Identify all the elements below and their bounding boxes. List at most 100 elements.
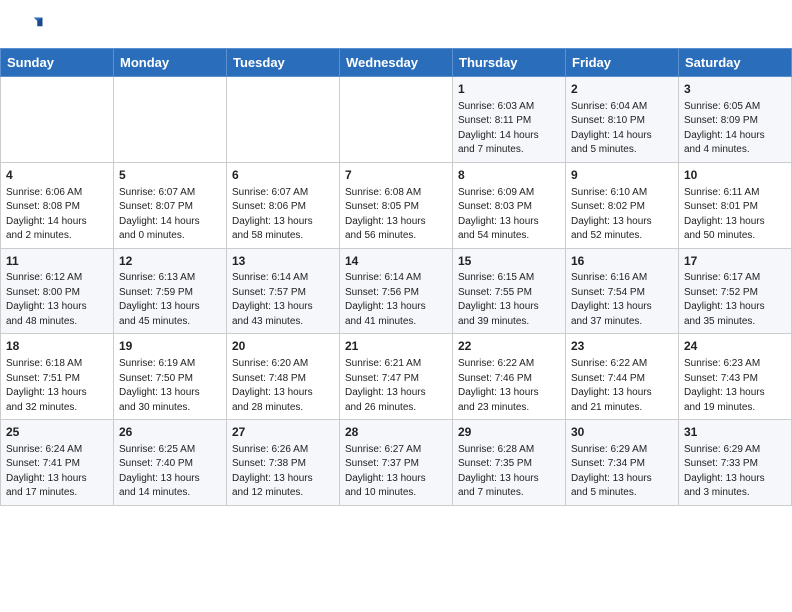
calendar-header: SundayMondayTuesdayWednesdayThursdayFrid… (1, 49, 792, 77)
cell-content: Sunrise: 6:11 AM Sunset: 8:01 PM Dayligh… (684, 186, 786, 244)
cell-content: Sunrise: 6:12 AM Sunset: 8:00 PM Dayligh… (6, 271, 108, 329)
day-header-thursday: Thursday (453, 49, 566, 77)
day-number: 19 (119, 338, 221, 355)
day-number: 16 (571, 253, 673, 270)
day-number: 4 (6, 167, 108, 184)
calendar-body: 1 Sunrise: 6:03 AM Sunset: 8:11 PM Daylig… (1, 77, 792, 506)
day-number: 6 (232, 167, 334, 184)
calendar-cell: 17Sunrise: 6:17 AM Sunset: 7:52 PM Dayli… (679, 248, 792, 334)
day-header-tuesday: Tuesday (227, 49, 340, 77)
day-header-saturday: Saturday (679, 49, 792, 77)
calendar-cell: 18 Sunrise: 6:18 AM Sunset: 7:51 PM Dayli… (1, 334, 114, 420)
calendar-table: SundayMondayTuesdayWednesdayThursdayFrid… (0, 48, 792, 506)
cell-content: Sunrise: 6:08 AM Sunset: 8:05 PM Dayligh… (345, 186, 447, 244)
day-number: 30 (571, 424, 673, 441)
calendar-cell: 1 Sunrise: 6:03 AM Sunset: 8:11 PM Daylig… (453, 77, 566, 163)
cell-content: Sunrise: 6:26 AM Sunset: 7:38 PM Dayligh… (232, 443, 334, 501)
calendar-cell: 9 Sunrise: 6:10 AM Sunset: 8:02 PM Daylig… (566, 162, 679, 248)
calendar-cell: 10 Sunrise: 6:11 AM Sunset: 8:01 PM Dayli… (679, 162, 792, 248)
cell-content: Sunrise: 6:20 AM Sunset: 7:48 PM Dayligh… (232, 357, 334, 415)
header-row: SundayMondayTuesdayWednesdayThursdayFrid… (1, 49, 792, 77)
cell-content: Sunrise: 6:16 AM Sunset: 7:54 PM Dayligh… (571, 271, 673, 329)
cell-content: Sunrise: 6:13 AM Sunset: 7:59 PM Dayligh… (119, 271, 221, 329)
calendar-cell: 2 Sunrise: 6:04 AM Sunset: 8:10 PM Daylig… (566, 77, 679, 163)
calendar-cell: 7 Sunrise: 6:08 AM Sunset: 8:05 PM Daylig… (340, 162, 453, 248)
calendar-row-2: 4 Sunrise: 6:06 AM Sunset: 8:08 PM Daylig… (1, 162, 792, 248)
calendar-cell (114, 77, 227, 163)
calendar-cell: 16Sunrise: 6:16 AM Sunset: 7:54 PM Dayli… (566, 248, 679, 334)
day-number: 9 (571, 167, 673, 184)
day-number: 24 (684, 338, 786, 355)
day-number: 2 (571, 81, 673, 98)
day-header-friday: Friday (566, 49, 679, 77)
cell-content: Sunrise: 6:27 AM Sunset: 7:37 PM Dayligh… (345, 443, 447, 501)
logo-icon (18, 14, 46, 42)
calendar-cell: 4 Sunrise: 6:06 AM Sunset: 8:08 PM Daylig… (1, 162, 114, 248)
cell-content: Sunrise: 6:10 AM Sunset: 8:02 PM Dayligh… (571, 186, 673, 244)
cell-content: Sunrise: 6:24 AM Sunset: 7:41 PM Dayligh… (6, 443, 108, 501)
cell-content: Sunrise: 6:18 AM Sunset: 7:51 PM Dayligh… (6, 357, 108, 415)
cell-content: Sunrise: 6:29 AM Sunset: 7:33 PM Dayligh… (684, 443, 786, 501)
day-number: 18 (6, 338, 108, 355)
day-number: 1 (458, 81, 560, 98)
cell-content: Sunrise: 6:03 AM Sunset: 8:11 PM Dayligh… (458, 100, 560, 158)
day-number: 29 (458, 424, 560, 441)
day-number: 10 (684, 167, 786, 184)
calendar-cell (340, 77, 453, 163)
calendar-cell: 24Sunrise: 6:23 AM Sunset: 7:43 PM Dayli… (679, 334, 792, 420)
cell-content: Sunrise: 6:15 AM Sunset: 7:55 PM Dayligh… (458, 271, 560, 329)
calendar-cell: 3Sunrise: 6:05 AM Sunset: 8:09 PM Daylig… (679, 77, 792, 163)
cell-content: Sunrise: 6:17 AM Sunset: 7:52 PM Dayligh… (684, 271, 786, 329)
day-number: 23 (571, 338, 673, 355)
calendar-cell: 11Sunrise: 6:12 AM Sunset: 8:00 PM Dayli… (1, 248, 114, 334)
day-number: 12 (119, 253, 221, 270)
calendar-cell (1, 77, 114, 163)
calendar-row-5: 25 Sunrise: 6:24 AM Sunset: 7:41 PM Dayli… (1, 420, 792, 506)
day-number: 13 (232, 253, 334, 270)
calendar-cell: 29Sunrise: 6:28 AM Sunset: 7:35 PM Dayli… (453, 420, 566, 506)
day-number: 25 (6, 424, 108, 441)
day-header-monday: Monday (114, 49, 227, 77)
day-number: 22 (458, 338, 560, 355)
cell-content: Sunrise: 6:09 AM Sunset: 8:03 PM Dayligh… (458, 186, 560, 244)
calendar-cell: 27 Sunrise: 6:26 AM Sunset: 7:38 PM Dayli… (227, 420, 340, 506)
day-number: 26 (119, 424, 221, 441)
cell-content: Sunrise: 6:22 AM Sunset: 7:46 PM Dayligh… (458, 357, 560, 415)
day-number: 15 (458, 253, 560, 270)
calendar-cell: 6Sunrise: 6:07 AM Sunset: 8:06 PM Daylig… (227, 162, 340, 248)
calendar-cell: 31 Sunrise: 6:29 AM Sunset: 7:33 PM Dayli… (679, 420, 792, 506)
day-number: 20 (232, 338, 334, 355)
day-number: 3 (684, 81, 786, 98)
calendar-cell (227, 77, 340, 163)
day-number: 27 (232, 424, 334, 441)
calendar-cell: 14Sunrise: 6:14 AM Sunset: 7:56 PM Dayli… (340, 248, 453, 334)
calendar-cell: 13Sunrise: 6:14 AM Sunset: 7:57 PM Dayli… (227, 248, 340, 334)
day-header-wednesday: Wednesday (340, 49, 453, 77)
day-number: 5 (119, 167, 221, 184)
cell-content: Sunrise: 6:14 AM Sunset: 7:56 PM Dayligh… (345, 271, 447, 329)
cell-content: Sunrise: 6:14 AM Sunset: 7:57 PM Dayligh… (232, 271, 334, 329)
cell-content: Sunrise: 6:04 AM Sunset: 8:10 PM Dayligh… (571, 100, 673, 158)
day-number: 8 (458, 167, 560, 184)
day-number: 11 (6, 253, 108, 270)
day-number: 28 (345, 424, 447, 441)
page-header (0, 0, 792, 48)
calendar-cell: 26 Sunrise: 6:25 AM Sunset: 7:40 PM Dayli… (114, 420, 227, 506)
cell-content: Sunrise: 6:29 AM Sunset: 7:34 PM Dayligh… (571, 443, 673, 501)
calendar-cell: 20 Sunrise: 6:20 AM Sunset: 7:48 PM Dayli… (227, 334, 340, 420)
cell-content: Sunrise: 6:06 AM Sunset: 8:08 PM Dayligh… (6, 186, 108, 244)
day-number: 21 (345, 338, 447, 355)
calendar-cell: 15Sunrise: 6:15 AM Sunset: 7:55 PM Dayli… (453, 248, 566, 334)
cell-content: Sunrise: 6:22 AM Sunset: 7:44 PM Dayligh… (571, 357, 673, 415)
calendar-cell: 19 Sunrise: 6:19 AM Sunset: 7:50 PM Dayli… (114, 334, 227, 420)
day-number: 17 (684, 253, 786, 270)
day-number: 7 (345, 167, 447, 184)
cell-content: Sunrise: 6:07 AM Sunset: 8:07 PM Dayligh… (119, 186, 221, 244)
cell-content: Sunrise: 6:25 AM Sunset: 7:40 PM Dayligh… (119, 443, 221, 501)
calendar-cell: 30 Sunrise: 6:29 AM Sunset: 7:34 PM Dayli… (566, 420, 679, 506)
day-header-sunday: Sunday (1, 49, 114, 77)
day-number: 31 (684, 424, 786, 441)
cell-content: Sunrise: 6:19 AM Sunset: 7:50 PM Dayligh… (119, 357, 221, 415)
calendar-cell: 12Sunrise: 6:13 AM Sunset: 7:59 PM Dayli… (114, 248, 227, 334)
calendar-cell: 22 Sunrise: 6:22 AM Sunset: 7:46 PM Dayli… (453, 334, 566, 420)
